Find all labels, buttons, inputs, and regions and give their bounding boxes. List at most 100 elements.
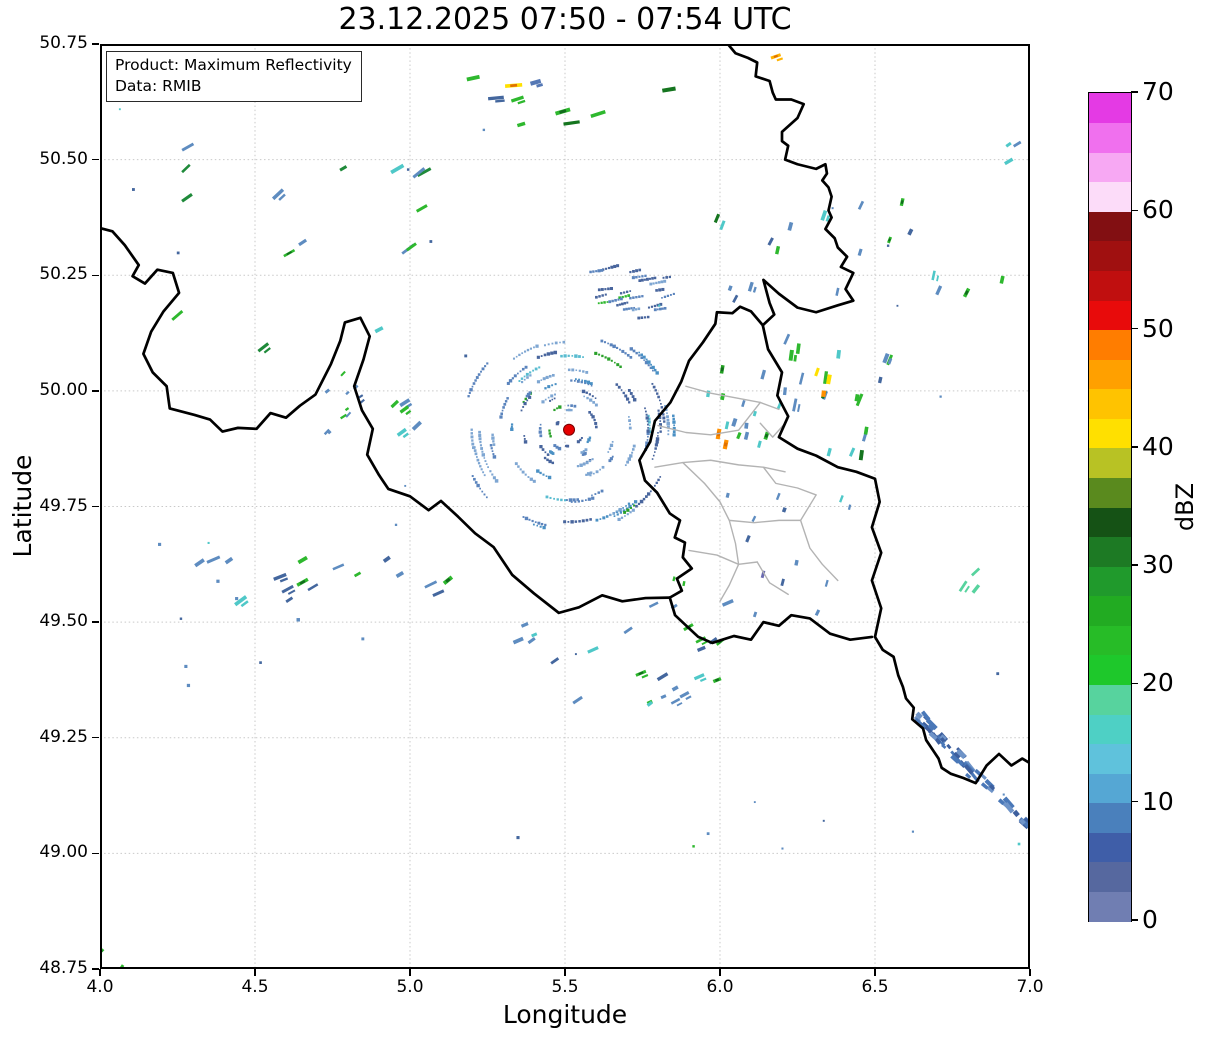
radar-echo xyxy=(637,502,641,506)
country-border-france-belgium xyxy=(100,226,672,615)
radar-echo xyxy=(647,423,649,426)
radar-echo xyxy=(541,448,545,451)
radar-echo xyxy=(485,463,488,466)
echo-cluster-moselle-echo-line xyxy=(913,710,1030,830)
x-tick-mark xyxy=(564,969,566,976)
radar-echo xyxy=(481,490,484,493)
radar-echo xyxy=(553,397,556,400)
radar-echo xyxy=(171,310,184,321)
radar-echo xyxy=(575,369,578,372)
radar-echo xyxy=(627,457,632,461)
radar-echo xyxy=(570,409,573,412)
radar-echo xyxy=(529,78,542,86)
radar-echo xyxy=(661,297,663,299)
radar-echo xyxy=(542,473,545,476)
radar-echo xyxy=(482,128,486,132)
radar-echo xyxy=(531,632,538,638)
radar-echo xyxy=(595,470,599,474)
radar-echo xyxy=(568,498,573,502)
radar-echo xyxy=(472,382,476,385)
y-tick-mark xyxy=(92,158,99,161)
x-tick-label: 4.5 xyxy=(241,977,269,997)
radar-echo xyxy=(480,468,483,471)
radar-echo xyxy=(633,306,636,309)
radar-echo xyxy=(517,465,520,468)
radar-echo xyxy=(549,435,552,438)
radar-echo xyxy=(662,416,666,420)
radar-echo xyxy=(661,307,664,310)
colorbar-segment xyxy=(1089,743,1131,774)
radar-echo xyxy=(857,248,863,257)
x-tick-label: 5.5 xyxy=(551,977,579,997)
radar-echo xyxy=(563,520,567,524)
colorbar-segment xyxy=(1089,240,1131,271)
echo-cluster-nw-streaks xyxy=(171,142,432,354)
radar-echo xyxy=(526,399,529,402)
radar-echo xyxy=(567,354,570,357)
radar-echo xyxy=(619,365,622,369)
radar-echo xyxy=(477,462,481,465)
radar-echo xyxy=(523,402,527,406)
y-tick-label: 49.25 xyxy=(39,726,88,747)
radar-echo xyxy=(600,339,604,343)
radar-echo xyxy=(588,460,592,463)
radar-echo xyxy=(480,370,482,373)
radar-echo xyxy=(624,464,627,467)
radar-echo xyxy=(484,365,487,368)
radar-echo xyxy=(181,142,195,152)
radar-echo xyxy=(673,424,676,427)
radar-echo xyxy=(573,404,577,408)
radar-echo xyxy=(532,369,535,372)
x-tick-mark xyxy=(99,969,101,976)
colorbar-tick-label: 60 xyxy=(1142,195,1174,225)
radar-echo xyxy=(776,57,784,62)
radar-echo xyxy=(520,621,529,628)
radar-echo xyxy=(512,636,524,645)
colorbar-segment xyxy=(1089,714,1131,745)
colorbar-segment xyxy=(1089,684,1131,715)
radar-echo xyxy=(585,473,588,476)
radar-echo xyxy=(939,395,942,398)
radar-echo xyxy=(521,367,525,371)
radar-echo xyxy=(543,344,546,347)
radar-echo xyxy=(629,423,631,426)
radar-echo xyxy=(676,702,683,707)
product-info-box: Product: Maximum Reflectivity Data: RMIB xyxy=(106,51,362,102)
radar-echo xyxy=(672,433,676,437)
radar-echo xyxy=(466,74,480,82)
radar-echo xyxy=(526,376,529,379)
y-tick-mark xyxy=(92,274,99,276)
radar-echo xyxy=(821,390,827,398)
radar-echo xyxy=(594,425,598,429)
y-tick-label: 49.00 xyxy=(39,842,88,863)
radar-echo xyxy=(634,308,638,311)
radar-echo xyxy=(479,487,481,490)
radar-echo xyxy=(574,354,578,358)
radar-echo xyxy=(654,451,656,453)
radar-echo xyxy=(936,275,940,282)
y-tick-mark xyxy=(92,852,99,855)
radar-echo xyxy=(487,95,504,101)
radar-echo xyxy=(649,282,653,286)
radar-site-marker xyxy=(563,423,576,436)
radar-echo xyxy=(643,316,647,319)
radar-echo xyxy=(619,348,621,351)
radar-echo xyxy=(586,380,591,385)
radar-echo xyxy=(587,646,599,654)
radar-echo xyxy=(298,238,308,247)
radar-echo xyxy=(544,398,547,401)
radar-echo xyxy=(608,459,612,463)
radar-echo xyxy=(524,350,527,353)
radar-echo xyxy=(645,277,649,281)
radar-echo xyxy=(836,349,841,359)
y-tick-mark xyxy=(92,737,99,739)
radar-echo xyxy=(631,451,634,454)
radar-echo xyxy=(781,507,787,513)
radar-echo xyxy=(492,476,496,480)
radar-echo xyxy=(608,447,612,450)
radar-echo xyxy=(641,674,649,679)
radar-echo xyxy=(563,354,567,358)
radar-echo xyxy=(635,351,638,355)
radar-echo xyxy=(573,379,576,382)
radar-echo xyxy=(597,491,600,494)
